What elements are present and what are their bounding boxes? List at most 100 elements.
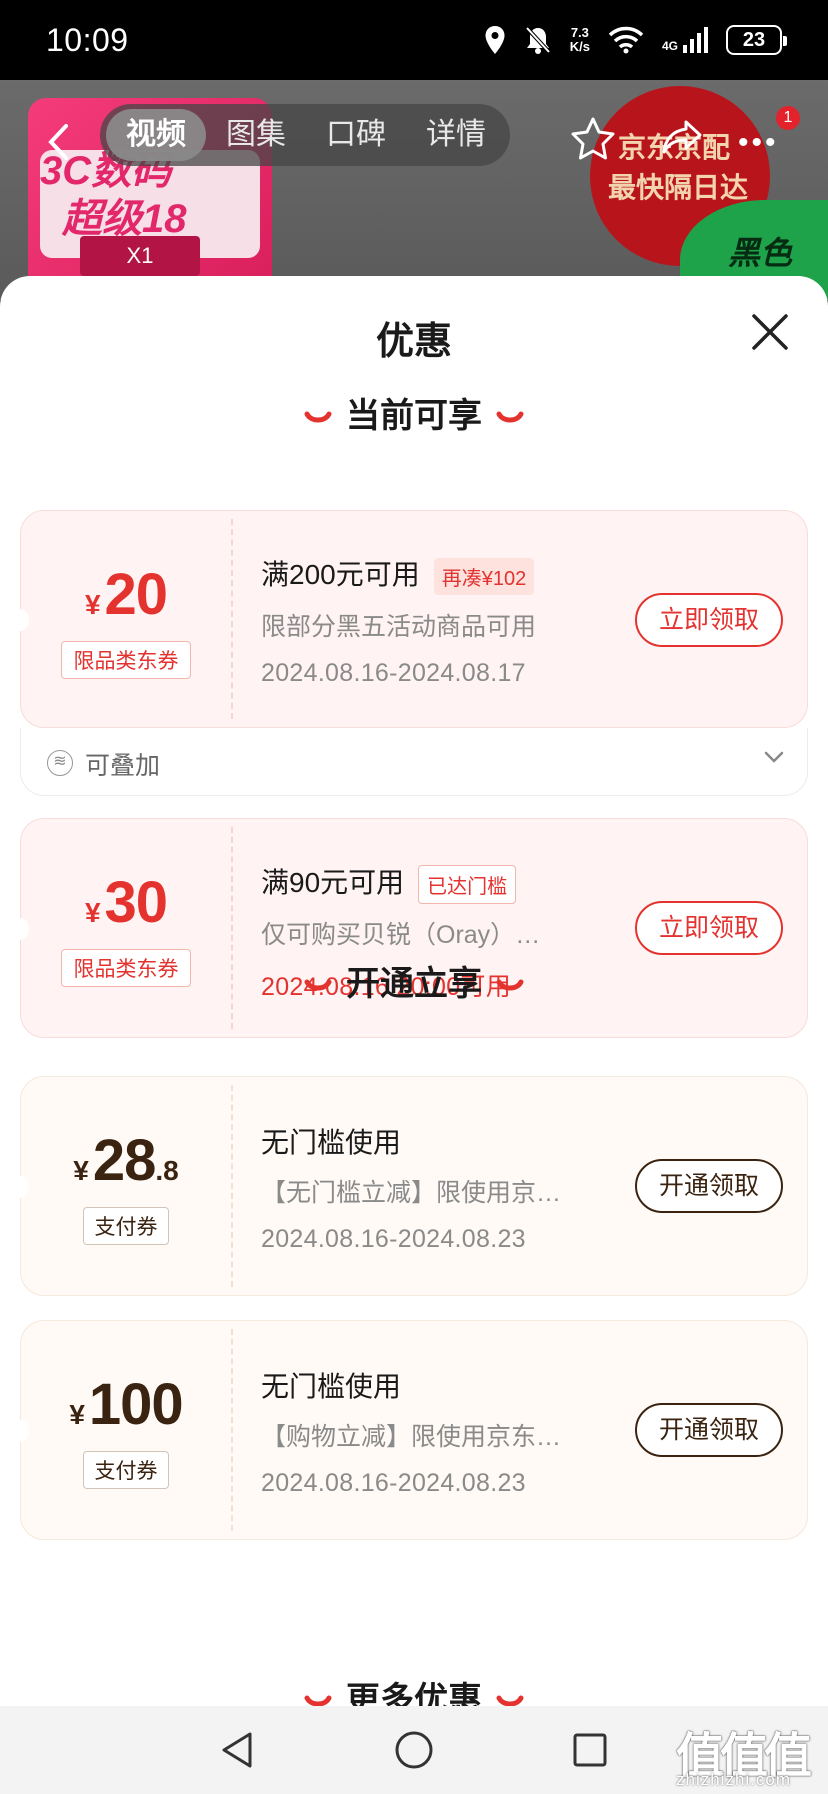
open-claim-button[interactable]: 开通领取 bbox=[635, 1159, 783, 1213]
status-bar: 10:09 7.3 K/s 4G 23 bbox=[0, 0, 828, 80]
coupon-amount: ¥28.8 bbox=[21, 1127, 231, 1194]
currency-symbol: ¥ bbox=[84, 589, 101, 620]
currency-symbol: ¥ bbox=[69, 1399, 85, 1430]
sheet-title: 优惠 bbox=[375, 321, 452, 363]
chevron-down-icon bbox=[764, 751, 784, 763]
smile-decor-icon bbox=[304, 411, 332, 423]
open-claim-button[interactable]: 开通领取 bbox=[635, 1403, 783, 1457]
coupon-tag: 已达门槛 bbox=[418, 865, 517, 905]
section-more-title: 更多优惠 bbox=[346, 1681, 482, 1706]
coupon-date: 2024.08.16-2024.08.23 bbox=[261, 1225, 526, 1253]
coupon-tag: 再凑¥102 bbox=[433, 558, 535, 596]
square-recents-icon bbox=[573, 1733, 607, 1767]
discount-sheet: 优惠 当前可享 ¥20 限品类东券 满200元可用 再凑¥102 限部分黑五活动商… bbox=[0, 276, 828, 1706]
signal-bar bbox=[704, 27, 708, 53]
coupon-threshold: 满200元可用 再凑¥102 bbox=[261, 553, 535, 596]
signal-bar bbox=[683, 45, 687, 53]
system-nav-bar: 值值值 zhizhizhi.com bbox=[0, 1706, 828, 1794]
tab-video[interactable]: 视频 bbox=[106, 109, 206, 161]
signal-bar bbox=[697, 33, 701, 53]
claim-button[interactable]: 立即领取 bbox=[635, 593, 783, 647]
tab-details[interactable]: 详情 bbox=[406, 109, 506, 161]
speed-unit: K/s bbox=[569, 39, 590, 54]
circle-home-icon bbox=[395, 1731, 433, 1769]
tab-reviews[interactable]: 口碑 bbox=[306, 109, 406, 161]
coupon-desc: 【购物立减】限使用京东… bbox=[261, 1423, 561, 1451]
nav-recents-button[interactable] bbox=[572, 1730, 608, 1775]
tab-gallery[interactable]: 图集 bbox=[206, 109, 306, 161]
currency-symbol: ¥ bbox=[84, 897, 101, 928]
close-icon bbox=[752, 314, 788, 350]
section-current-title: 当前可享 bbox=[346, 397, 482, 435]
mute-bell-icon bbox=[525, 26, 551, 54]
section-open-header: 开通立享 bbox=[0, 956, 828, 1005]
signal-bar bbox=[690, 39, 694, 53]
coupon-card: ¥28.8 支付券 无门槛使用 【无门槛立减】限使用京… 2024.08.16-… bbox=[19, 1076, 808, 1296]
product-hero-background: 3C数码 超级18 X1 京东京配 最快隔日达 黑色 视频 图集 口碑 详情 •… bbox=[0, 80, 828, 300]
amount-value: 30 bbox=[104, 870, 169, 935]
chevron-left-icon bbox=[48, 124, 68, 160]
favorite-button[interactable] bbox=[570, 116, 616, 165]
smile-decor-icon bbox=[496, 411, 524, 423]
coupon-title: 无门槛使用 bbox=[261, 1371, 402, 1402]
section-current-header: 当前可享 bbox=[0, 388, 828, 437]
back-button[interactable] bbox=[46, 122, 70, 168]
coupon-card: ¥20 限品类东券 满200元可用 再凑¥102 限部分黑五活动商品可用 2024… bbox=[19, 510, 808, 728]
coupon-title: 满200元可用 bbox=[261, 559, 420, 590]
promo-x1: X1 bbox=[80, 236, 200, 276]
coupon-desc: 仅可购买贝锐（Oray）京… bbox=[261, 921, 561, 949]
card-divider bbox=[231, 1329, 233, 1531]
speed-value: 7.3 bbox=[570, 25, 589, 40]
coupon-amount: ¥20 bbox=[21, 561, 231, 628]
star-icon bbox=[571, 117, 615, 160]
nav-back-button[interactable] bbox=[220, 1730, 254, 1775]
status-time: 10:09 bbox=[46, 22, 129, 58]
coupon-type: 限品类东券 bbox=[61, 641, 191, 679]
share-icon bbox=[662, 120, 702, 154]
amount-value: 20 bbox=[104, 562, 169, 627]
smile-decor-icon bbox=[496, 979, 524, 991]
amount-value: 100 bbox=[88, 1372, 184, 1437]
smile-decor-icon bbox=[304, 1695, 332, 1706]
card-divider bbox=[231, 519, 233, 719]
coupon-desc: 【无门槛立减】限使用京… bbox=[261, 1179, 561, 1207]
coupon-type: 支付券 bbox=[83, 1451, 169, 1489]
claim-button[interactable]: 立即领取 bbox=[635, 901, 783, 955]
coupon-date: 2024.08.16-2024.08.17 bbox=[261, 659, 526, 687]
coupon-title: 满90元可用 bbox=[261, 867, 405, 898]
smile-decor-icon bbox=[496, 1695, 524, 1706]
coupon-amount: ¥100 bbox=[21, 1371, 231, 1438]
share-button[interactable] bbox=[660, 116, 704, 165]
section-more-header: 更多优惠 bbox=[0, 1672, 828, 1706]
stackable-row[interactable]: ≋ 可叠加 bbox=[20, 728, 808, 796]
coupon-title: 无门槛使用 bbox=[261, 1127, 402, 1158]
card-divider bbox=[231, 1085, 233, 1287]
badge-line2: 最快隔日达 bbox=[608, 172, 749, 203]
notification-badge: 1 bbox=[776, 106, 800, 130]
nav-home-button[interactable] bbox=[394, 1730, 434, 1775]
coupon-type: 支付券 bbox=[83, 1207, 169, 1245]
smile-decor-icon bbox=[304, 979, 332, 991]
section-open-title: 开通立享 bbox=[346, 965, 482, 1003]
amount-decimal: .8 bbox=[155, 1155, 179, 1186]
header-tabs: 视频 图集 口碑 详情 bbox=[100, 104, 510, 166]
watermark-url: zhizhizhi.com bbox=[676, 1770, 792, 1789]
coupon-card: ¥30 限品类东券 满90元可用 已达门槛 仅可购买贝锐（Oray）京… 2024… bbox=[19, 818, 808, 1038]
battery-indicator: 23 bbox=[726, 25, 787, 55]
close-button[interactable] bbox=[748, 310, 792, 354]
currency-symbol: ¥ bbox=[73, 1155, 89, 1186]
coupon-desc: 限部分黑五活动商品可用 bbox=[261, 613, 537, 641]
network-speed: 7.3 K/s bbox=[570, 26, 590, 54]
coupon-amount: ¥30 bbox=[21, 869, 231, 936]
more-button[interactable]: ••• bbox=[738, 126, 779, 160]
cell-signal: 4G bbox=[662, 27, 708, 53]
triangle-back-icon bbox=[222, 1732, 252, 1768]
wifi-icon bbox=[608, 26, 644, 54]
amount-value: 28 bbox=[92, 1128, 157, 1193]
coupon-threshold: 满90元可用 已达门槛 bbox=[261, 861, 517, 905]
signal-type: 4G bbox=[661, 39, 678, 53]
coupon-date: 2024.08.16-2024.08.23 bbox=[261, 1469, 526, 1497]
location-icon bbox=[485, 26, 505, 54]
status-icons: 7.3 K/s 4G 23 bbox=[484, 22, 787, 58]
more-dots-icon: ••• bbox=[738, 126, 779, 159]
